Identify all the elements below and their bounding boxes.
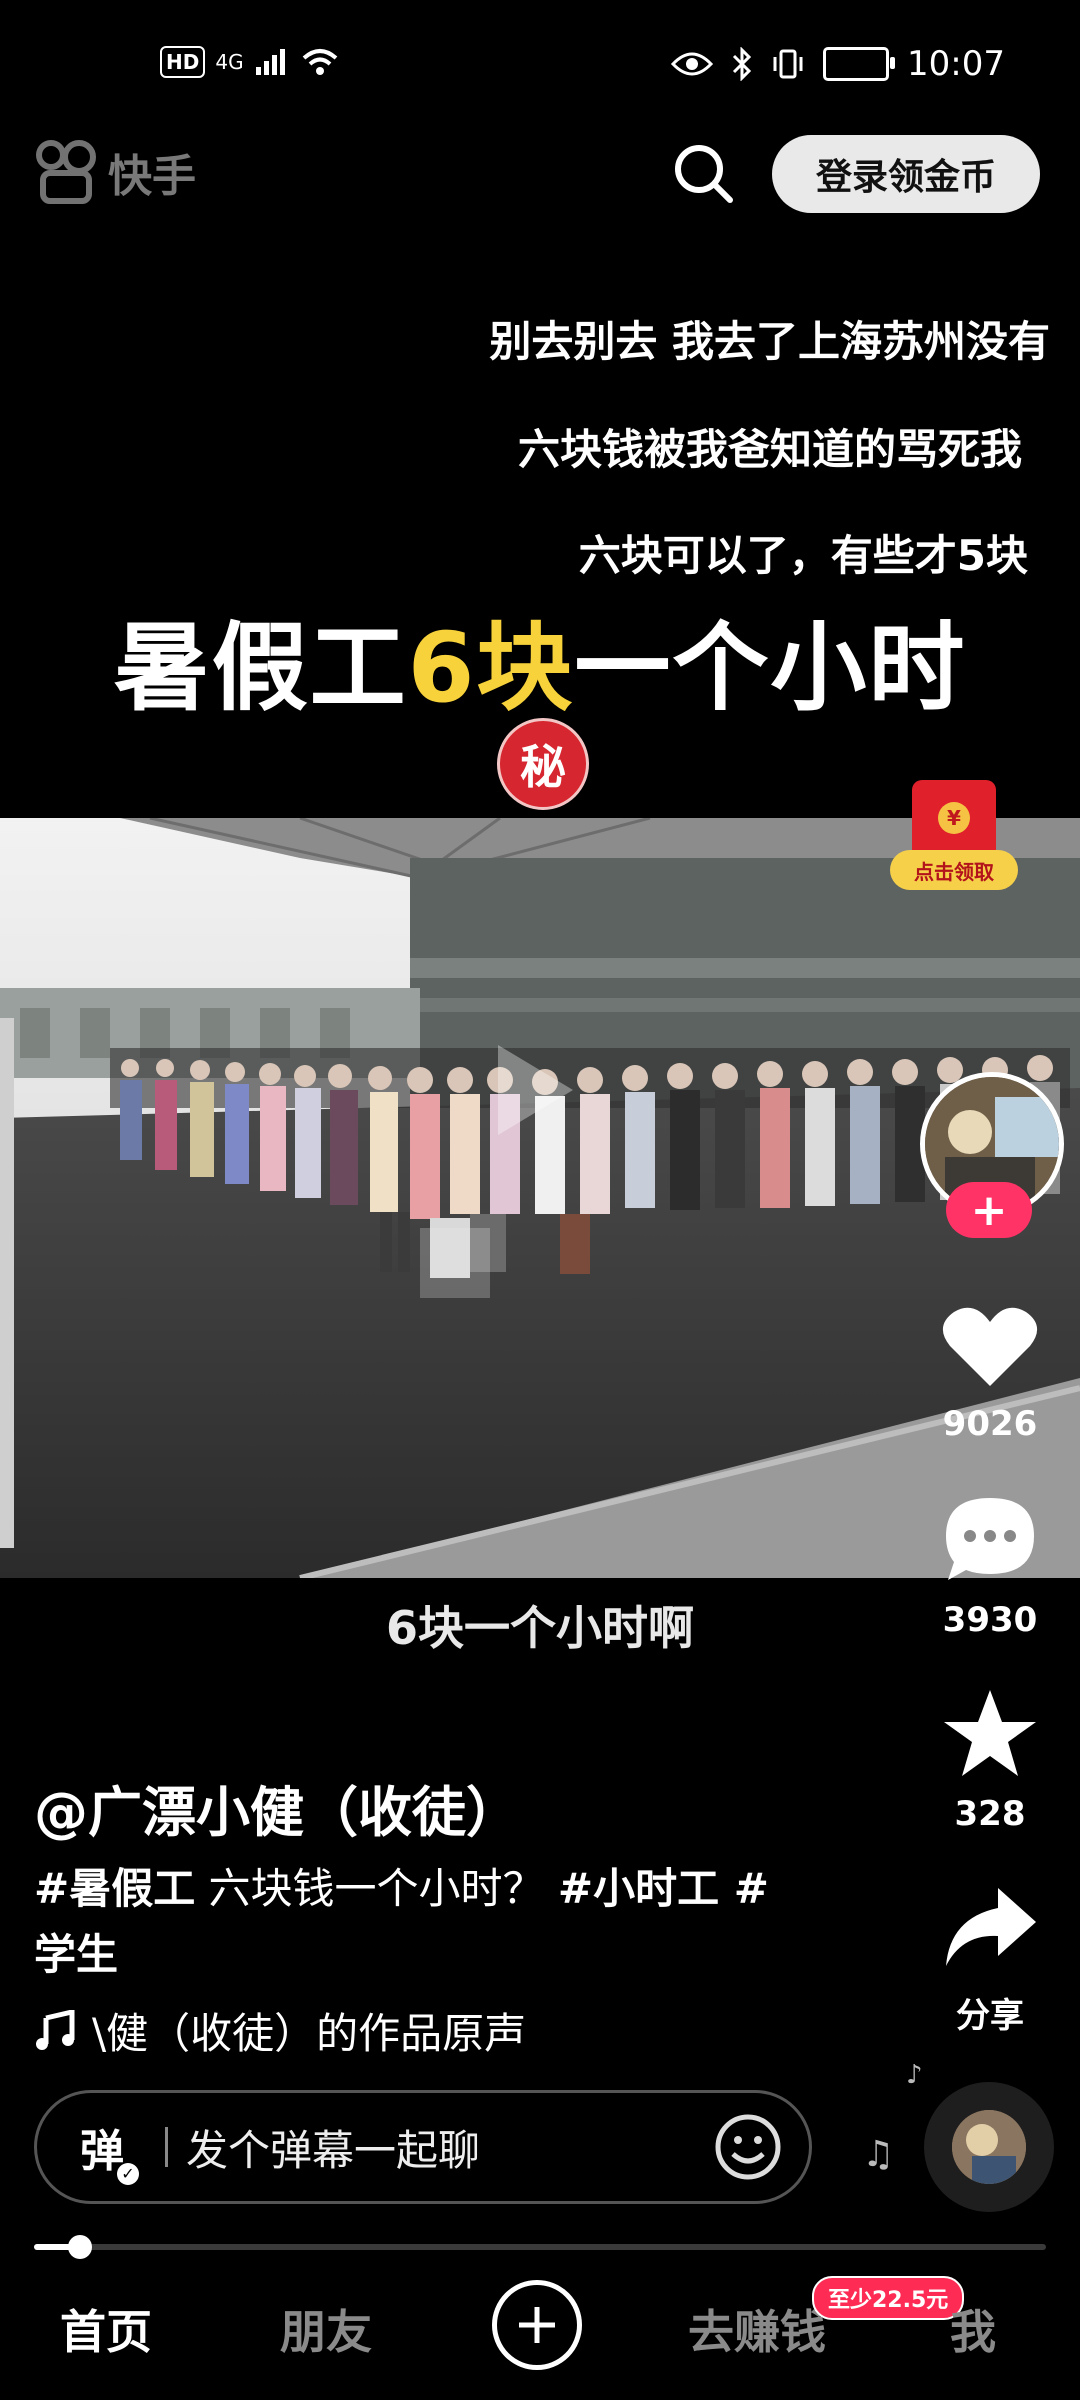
danmu-placeholder: 发个弹幕一起聊 [186, 2125, 481, 2175]
disc-cover [952, 2110, 1026, 2184]
status-left: HD 4G [160, 46, 340, 78]
hashtag[interactable]: # [719, 1864, 769, 1913]
logo-mark-icon [36, 140, 96, 204]
overlay-comment: 六块钱被我爸知道的骂死我 [517, 425, 1022, 474]
video-scene [0, 818, 1080, 1578]
envelope-label: 点击领取 [890, 850, 1018, 890]
red-envelope-reward[interactable]: ¥ 点击领取 [884, 780, 1024, 900]
signal-icon [255, 49, 285, 75]
tab-earn[interactable]: 去赚钱 [688, 2296, 826, 2362]
overlay-comment: 别去别去 我去了上海苏州没有 [489, 317, 1050, 366]
status-bar: HD 4G 10:07 [0, 0, 1080, 140]
banner-highlight: 6块 [407, 612, 575, 724]
login-coins-button[interactable]: 登录领金币 [772, 135, 1040, 213]
heart-icon[interactable] [940, 1302, 1040, 1392]
music-disc[interactable] [924, 2082, 1054, 2212]
like-count: 9026 [942, 1404, 1038, 1444]
progress-knob[interactable] [67, 2235, 92, 2259]
check-icon: ✓ [117, 2163, 139, 2185]
star-icon[interactable] [940, 1688, 1040, 1778]
kuaishou-logo: 快手 [36, 140, 196, 204]
video-banner-title: 暑假工6块一个小时 [0, 590, 1080, 729]
music-note-icon: ♪ [906, 2060, 923, 2090]
emoji-icon[interactable] [713, 2112, 783, 2182]
share-label[interactable]: 分享 [920, 1988, 1060, 2037]
eye-icon [671, 52, 714, 76]
play-icon[interactable] [468, 1030, 588, 1150]
share-icon[interactable] [940, 1882, 1040, 1972]
hashtag[interactable]: 学生 [34, 1930, 118, 1979]
battery-icon [823, 47, 896, 81]
music-note-icon: ♫ [862, 2134, 895, 2175]
danmu-input[interactable]: 弹 ✓ 发个弹幕一起聊 [34, 2090, 812, 2204]
video-progress-bar[interactable] [34, 2235, 1046, 2259]
create-button[interactable] [492, 2280, 582, 2370]
clock: 10:07 [907, 44, 1005, 84]
music-title: \健（收徒）的作品原声 [92, 2009, 527, 2058]
comment-count: 3930 [942, 1600, 1038, 1640]
video-frame[interactable] [0, 818, 1080, 1578]
hashtag[interactable]: #暑假工 [34, 1864, 195, 1913]
earn-badge: 至少22.5元 [812, 2276, 965, 2320]
tab-friends[interactable]: 朋友 [280, 2296, 372, 2362]
danmu-toggle[interactable]: 弹 ✓ [57, 2115, 147, 2185]
tab-home[interactable]: 首页 [60, 2296, 152, 2362]
tab-me[interactable]: 我 [950, 2296, 996, 2362]
plus-icon [519, 2307, 555, 2343]
video-subtitle: 6块一个小时啊 [385, 1601, 694, 1655]
network-label: 4G [215, 50, 244, 74]
status-right: 10:07 [671, 44, 1005, 84]
search-icon[interactable] [670, 140, 736, 206]
banner-part1: 暑假工 [113, 612, 408, 724]
vibrate-icon [773, 49, 803, 79]
hd-icon: HD [160, 46, 206, 78]
banner-part2: 一个小时 [574, 612, 967, 724]
bluetooth-icon [732, 47, 752, 81]
follow-button[interactable]: + [946, 1182, 1032, 1238]
post-description: #暑假工 六块钱一个小时？ #小时工 # 学生 [34, 1856, 824, 1988]
coin-icon: ¥ [938, 802, 970, 834]
secret-badge: 秘 [497, 718, 589, 810]
logo-text: 快手 [108, 151, 196, 202]
wifi-icon [302, 49, 337, 75]
music-row[interactable]: \健（收徒）的作品原声 [34, 2000, 526, 2061]
favorite-count: 328 [954, 1794, 1026, 1834]
desc-text: 六块钱一个小时？ [195, 1864, 558, 1913]
divider [165, 2127, 168, 2167]
music-note-icon [36, 2009, 75, 2050]
comment-icon[interactable] [940, 1494, 1040, 1584]
author-name[interactable]: @广漂小健（收徒） [34, 1768, 520, 1847]
overlay-comment: 六块可以了，有些才5块 [578, 531, 1028, 580]
hashtag[interactable]: #小时工 [558, 1864, 719, 1913]
